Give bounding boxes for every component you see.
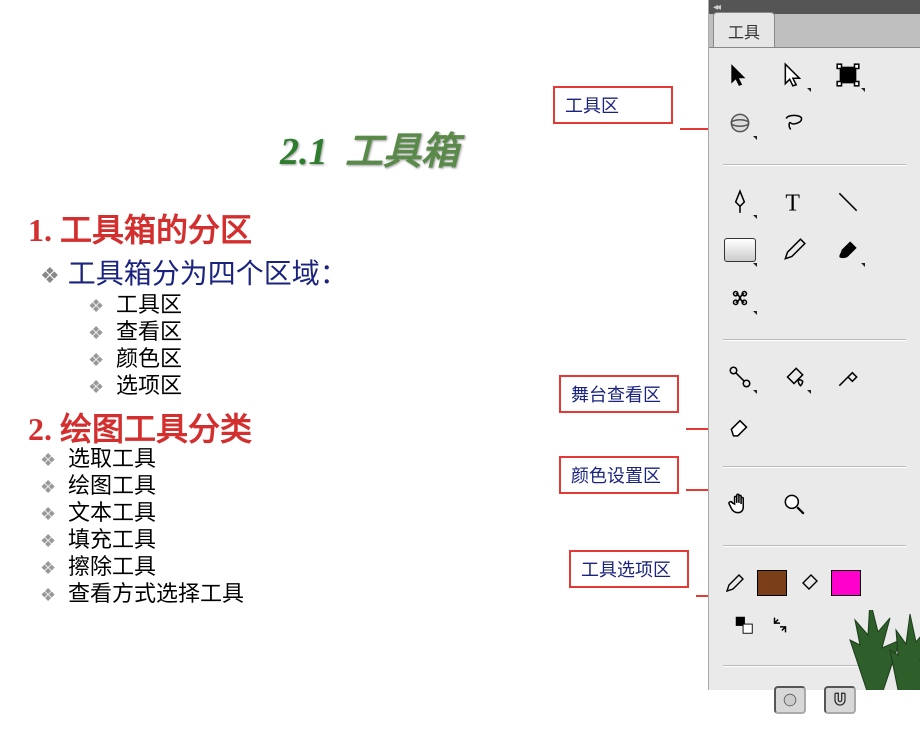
callout-view: 舞台查看区	[559, 375, 679, 413]
eraser-tool[interactable]	[723, 408, 757, 442]
3d-rotate-icon	[727, 110, 753, 136]
text-icon: T	[781, 189, 807, 215]
3d-rotate-tool[interactable]	[723, 106, 757, 140]
bullet-icon: ❖	[88, 347, 106, 373]
list-item: ❖填充工具	[40, 527, 244, 554]
bullet-icon: ❖	[40, 263, 60, 288]
list-item: ❖查看方式选择工具	[40, 581, 244, 608]
selection-tool[interactable]	[723, 58, 757, 92]
hand-icon	[727, 491, 753, 517]
free-transform-tool[interactable]	[831, 58, 865, 92]
subselection-tool[interactable]	[777, 58, 811, 92]
selection-icon	[727, 62, 753, 88]
list-item: ❖选取工具	[40, 446, 244, 473]
section-1-heading: 1. 工具箱的分区	[28, 205, 252, 251]
lasso-tool[interactable]	[777, 106, 811, 140]
eyedropper-tool[interactable]	[831, 360, 865, 394]
bullet-icon: ❖	[40, 528, 58, 554]
area-list: ❖工具区 ❖查看区 ❖颜色区 ❖选项区	[88, 292, 182, 400]
fill-color-swatch[interactable]	[831, 570, 861, 596]
list-item: ❖工具区	[88, 292, 182, 319]
option-smooth[interactable]	[774, 686, 806, 714]
callout-color: 颜色设置区	[559, 456, 679, 494]
bone-tool[interactable]	[723, 360, 757, 394]
line-tool[interactable]	[831, 185, 865, 219]
line-icon	[835, 189, 861, 215]
option-magnet[interactable]	[824, 686, 856, 714]
text-tool[interactable]: T	[777, 185, 811, 219]
title-text: 工具箱	[345, 131, 459, 173]
rectangle-icon	[724, 238, 756, 262]
pencil-tool[interactable]	[777, 233, 811, 267]
callout-tools: 工具区	[553, 86, 673, 124]
bullet-icon: ❖	[88, 374, 106, 400]
stroke-color-swatch[interactable]	[757, 570, 787, 596]
section-2-heading: 2. 绘图工具分类	[28, 404, 252, 450]
color-default-icon[interactable]	[733, 614, 755, 641]
panel-tabbar: 工具	[709, 14, 920, 48]
bullet-icon: ❖	[40, 582, 58, 608]
title-number: 2.1	[280, 131, 328, 173]
bullet-icon: ❖	[40, 501, 58, 527]
lasso-icon	[781, 110, 807, 136]
svg-text:T: T	[785, 191, 800, 215]
zoom-tool[interactable]	[777, 487, 811, 521]
paint-bucket-tool[interactable]	[777, 360, 811, 394]
section-2-number: 2.	[28, 411, 52, 447]
stroke-color-pencil-icon	[723, 566, 747, 600]
divider	[723, 545, 906, 546]
list-item: ❖擦除工具	[40, 554, 244, 581]
fill-color-bucket-icon	[797, 566, 821, 600]
pencil-icon	[781, 237, 807, 263]
magnet-icon	[830, 690, 850, 710]
deco-icon	[727, 285, 753, 311]
section-2-text: 绘图工具分类	[60, 411, 252, 447]
eraser-icon	[727, 412, 753, 438]
list-item: ❖绘图工具	[40, 473, 244, 500]
rectangle-tool[interactable]	[723, 233, 757, 267]
section-1-subline: ❖工具箱分为四个区域：	[40, 252, 348, 292]
tool-grid	[709, 48, 920, 160]
list-item: ❖颜色区	[88, 346, 182, 373]
section-1-number: 1.	[28, 212, 52, 248]
bullet-icon: ❖	[40, 447, 58, 473]
divider	[723, 339, 906, 340]
collapse-icon: ◂◂	[713, 2, 719, 13]
section-1-text: 工具箱的分区	[60, 212, 252, 248]
brush-icon	[835, 237, 861, 263]
pen-icon	[727, 189, 753, 215]
list-item: ❖文本工具	[40, 500, 244, 527]
decorative-leaves	[770, 610, 920, 690]
tab-tools[interactable]: 工具	[713, 12, 775, 47]
bullet-icon: ❖	[40, 555, 58, 581]
paint-bucket-icon	[781, 364, 807, 390]
zoom-icon	[781, 491, 807, 517]
list-item: ❖选项区	[88, 373, 182, 400]
deco-tool[interactable]	[723, 281, 757, 315]
brush-tool[interactable]	[831, 233, 865, 267]
subselection-icon	[781, 62, 807, 88]
eyedropper-icon	[835, 364, 861, 390]
bullet-icon: ❖	[88, 293, 106, 319]
list-item: ❖查看区	[88, 319, 182, 346]
free-transform-icon	[835, 62, 861, 88]
divider	[723, 466, 906, 467]
callout-options: 工具选项区	[569, 550, 689, 588]
bullet-icon: ❖	[40, 474, 58, 500]
smooth-icon	[780, 690, 800, 710]
pen-tool[interactable]	[723, 185, 757, 219]
bone-icon	[727, 364, 753, 390]
hand-tool[interactable]	[723, 487, 757, 521]
toolbox-panel: ◂◂ 工具	[708, 0, 920, 690]
category-list: ❖选取工具 ❖绘图工具 ❖文本工具 ❖填充工具 ❖擦除工具 ❖查看方式选择工具	[40, 446, 244, 608]
divider	[723, 164, 906, 165]
slide-title: 2.1 工具箱	[280, 120, 459, 175]
bullet-icon: ❖	[88, 320, 106, 346]
